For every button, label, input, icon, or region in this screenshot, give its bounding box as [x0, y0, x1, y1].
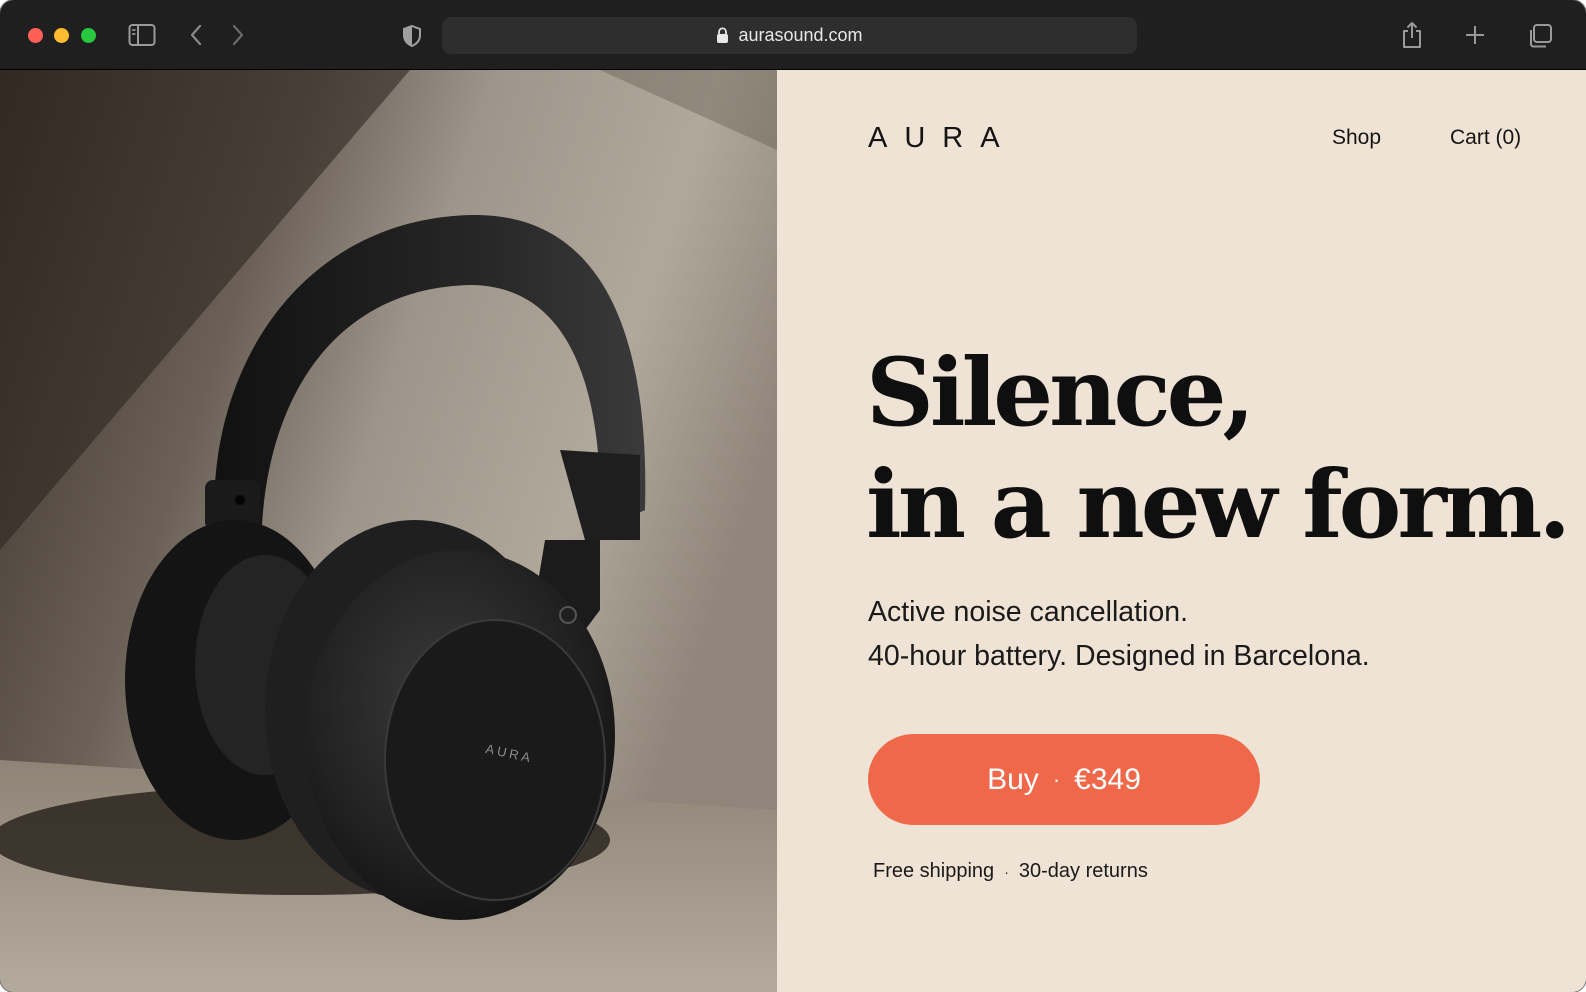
- chevron-right-icon[interactable]: [229, 23, 247, 47]
- shipping-separator: ·: [1004, 863, 1009, 880]
- browser-window: aurasound.com AURA AURA Shop Cart (0) Si…: [0, 0, 1586, 992]
- nav-shop-link[interactable]: Shop: [1332, 126, 1381, 150]
- headline-line-2: in a new form.: [866, 450, 1571, 560]
- sidebar-icon[interactable]: [128, 22, 156, 48]
- shield-icon[interactable]: [400, 23, 424, 49]
- shipping-info: Free shipping · 30-day returns: [873, 860, 1148, 883]
- buy-button[interactable]: Buy · €349: [868, 734, 1260, 825]
- headphones-product-image: AURA: [0, 70, 777, 992]
- tab-overview-icon[interactable]: [1526, 22, 1554, 50]
- free-shipping-text: Free shipping: [873, 860, 995, 882]
- plus-icon[interactable]: [1463, 23, 1487, 47]
- nav-cart-link[interactable]: Cart (0): [1450, 126, 1521, 150]
- buy-button-separator: ·: [1052, 766, 1061, 792]
- chevron-left-icon[interactable]: [187, 23, 205, 47]
- buy-button-label: Buy: [987, 762, 1039, 796]
- minimize-window-button[interactable]: [54, 28, 69, 43]
- brand-logo[interactable]: AURA: [868, 122, 1017, 155]
- browser-toolbar: aurasound.com: [0, 0, 1586, 70]
- close-window-button[interactable]: [28, 28, 43, 43]
- hero-headline: Silence, in a new form.: [866, 337, 1571, 561]
- address-bar[interactable]: aurasound.com: [442, 17, 1137, 54]
- hero-subtitle: Active noise cancellation. 40-hour batte…: [868, 590, 1548, 678]
- returns-text: 30-day returns: [1018, 860, 1148, 882]
- address-url: aurasound.com: [738, 25, 863, 45]
- subtitle-line-2: 40-hour battery. Designed in Barcelona.: [868, 640, 1370, 672]
- headline-line-1: Silence,: [866, 338, 1255, 448]
- subtitle-line-1: Active noise cancellation.: [868, 596, 1189, 628]
- share-icon[interactable]: [1399, 20, 1425, 50]
- buy-button-price: €349: [1074, 762, 1141, 796]
- maximize-window-button[interactable]: [81, 28, 96, 43]
- lock-icon: [716, 27, 729, 44]
